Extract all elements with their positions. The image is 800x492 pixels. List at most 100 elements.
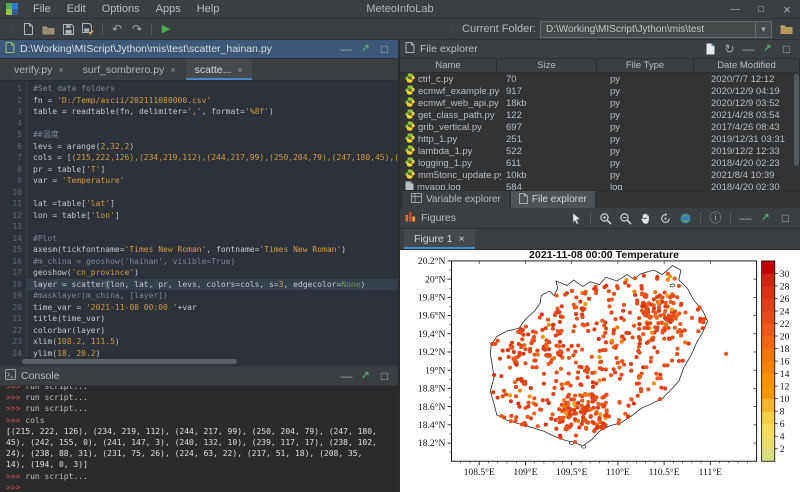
- editor-maximize-button[interactable]: □: [376, 42, 393, 57]
- file-name: ctrl_c.py: [418, 74, 453, 85]
- file-explorer-refresh-button[interactable]: ↻: [721, 42, 738, 57]
- figures-rotate-button[interactable]: [656, 210, 675, 227]
- file-size: 70: [501, 74, 605, 85]
- editor-title-bar: D:\Working\MIScript\Jython\mis\test\scat…: [0, 40, 398, 59]
- file-row-ctrl_c.py[interactable]: ctrl_c.py70py2020/7/7 12:12: [400, 73, 800, 85]
- editor-hscroll-thumb[interactable]: [22, 359, 237, 364]
- editor-tab-verify-py[interactable]: verify.py×: [5, 59, 73, 80]
- browse-folder-button[interactable]: [776, 21, 796, 38]
- file-type: py: [605, 170, 706, 181]
- editor-hscrollbar[interactable]: [0, 358, 398, 365]
- file-table-vscroll-thumb[interactable]: [794, 74, 799, 166]
- column-header-date-modified[interactable]: Date Modified: [694, 59, 800, 72]
- menu-apps[interactable]: Apps: [148, 3, 189, 15]
- figures-select-button[interactable]: [566, 210, 585, 227]
- figures-minimize-button[interactable]: —: [736, 210, 755, 227]
- bottom-tab-variable-explorer[interactable]: Variable explorer: [403, 191, 509, 208]
- toolbar-save-button[interactable]: [58, 21, 78, 38]
- toolbar-redo-button[interactable]: ↷: [127, 21, 147, 38]
- column-header-file-type[interactable]: File Type: [597, 59, 694, 72]
- file-explorer-maximize-button[interactable]: □: [778, 42, 795, 57]
- file-row-http_1.py[interactable]: http_1.py251py2019/12/31 03:31: [400, 133, 800, 145]
- window-maximize-button[interactable]: □: [748, 0, 774, 18]
- window-minimize-button[interactable]: —: [722, 0, 748, 18]
- combo-dropdown-icon[interactable]: ▾: [755, 22, 771, 37]
- tab-close-icon[interactable]: ×: [170, 65, 175, 75]
- figures-zoom-out-button[interactable]: [616, 210, 635, 227]
- bottom-tab-file-explorer[interactable]: File explorer: [511, 191, 595, 208]
- toolbar-separator: [730, 212, 731, 224]
- code-editor[interactable]: 123456789101112131415161718192021222324 …: [0, 81, 398, 358]
- svg-text:24: 24: [780, 307, 790, 317]
- file-row-lambda_1.py[interactable]: lambda_1.py522py2019/12/2 12:33: [400, 146, 800, 158]
- toolbar-open-file-button[interactable]: [38, 21, 58, 38]
- toolbar-run-button[interactable]: ▶: [156, 21, 176, 38]
- folder-bar-grip[interactable]: ⋮: [447, 24, 455, 35]
- file-date: 2019/12/31 03:31: [706, 134, 800, 145]
- code-line-3: table = readtable(fn, delimiter=',', for…: [27, 106, 398, 118]
- menu-edit[interactable]: Edit: [59, 3, 94, 15]
- column-header-name[interactable]: Name: [400, 59, 497, 72]
- console-output[interactable]: >>> run script...>>> run script...>>> ru…: [0, 386, 398, 492]
- console-maximize-button[interactable]: □: [376, 369, 393, 384]
- file-explorer-new-doc-button[interactable]: [702, 42, 719, 57]
- python-file-icon: [405, 97, 415, 110]
- line-number-gutter: 123456789101112131415161718192021222324: [0, 81, 27, 358]
- figure-tab-close-icon[interactable]: ×: [459, 233, 465, 245]
- code-line-2: fn = 'D:/Temp/ascii/202111080000.csv': [27, 95, 398, 107]
- toolbar-save-as-button[interactable]: [78, 21, 98, 38]
- toolbar-new-file-button[interactable]: [18, 21, 38, 38]
- figures-zoom-in-button[interactable]: [596, 210, 615, 227]
- editor-tab-scatte-[interactable]: scatte...×: [186, 59, 252, 80]
- editor-minimize-button[interactable]: —: [338, 42, 355, 57]
- file-type: py: [605, 146, 706, 157]
- code-line-16: #m_china = geoshow('hainan', visible=Tru…: [27, 256, 398, 268]
- figures-float-button[interactable]: ↗: [756, 210, 775, 227]
- window-close-button[interactable]: ×: [774, 0, 800, 18]
- tab-figure-1[interactable]: Figure 1 ×: [404, 229, 475, 249]
- file-type: py: [605, 98, 706, 109]
- file-explorer-minimize-button[interactable]: —: [740, 42, 757, 57]
- code-line-12: lon = table['lon']: [27, 210, 398, 222]
- page-icon: [519, 193, 528, 207]
- current-folder-combobox[interactable]: D:\Working\MIScript\Jython\mis\test ▾: [540, 21, 772, 38]
- menu-help[interactable]: Help: [189, 3, 228, 15]
- figures-maximize-button[interactable]: □: [776, 210, 795, 227]
- figure-canvas[interactable]: 2021-11-08 00:00 Temperature108.5°E109°E…: [400, 250, 800, 492]
- file-name: ecmwf_example.py: [418, 86, 499, 97]
- toolbar-grip[interactable]: ⋮: [7, 24, 15, 35]
- editor-tab-surf-sombrero-py[interactable]: surf_sombrero.py×: [74, 59, 185, 80]
- figures-info-button[interactable]: ⓘ: [706, 210, 725, 227]
- figures-pan-button[interactable]: [636, 210, 655, 227]
- tab-close-icon[interactable]: ×: [237, 65, 242, 75]
- console-line: >>>: [6, 482, 392, 492]
- column-header-size[interactable]: Size: [497, 59, 597, 72]
- console-float-button[interactable]: ↗: [357, 369, 374, 384]
- file-explorer-float-button[interactable]: ↗: [759, 42, 776, 57]
- file-explorer-title-bar: File explorer ↻—↗□: [400, 40, 800, 59]
- menu-options[interactable]: Options: [94, 3, 148, 15]
- svg-text:4: 4: [780, 433, 785, 443]
- file-row-ecmwf_web_api.py[interactable]: ecmwf_web_api.py18kbpy2020/12/9 03:52: [400, 97, 800, 109]
- figures-globe-button[interactable]: [676, 210, 695, 227]
- console-line: [(215, 222, 126), (234, 219, 112), (244,…: [6, 426, 392, 437]
- toolbar-separator: [700, 212, 701, 224]
- menu-file[interactable]: File: [25, 3, 59, 15]
- code-line-24: ylim(18, 20.2): [27, 348, 398, 359]
- file-row-get_class_path.py[interactable]: get_class_path.py122py2021/4/28 03:54: [400, 109, 800, 121]
- file-table-vscrollbar[interactable]: [793, 72, 800, 190]
- file-size: 697: [501, 122, 605, 133]
- bottom-tab-label: Variable explorer: [426, 194, 501, 205]
- svg-text:110.5°E: 110.5°E: [649, 467, 680, 478]
- file-size: 611: [501, 158, 605, 169]
- console-minimize-button[interactable]: —: [338, 369, 355, 384]
- file-row-logging_1.py[interactable]: logging_1.py611py2018/4/20 02:23: [400, 158, 800, 170]
- editor-float-button[interactable]: ↗: [357, 42, 374, 57]
- file-row-ecmwf_example.py[interactable]: ecmwf_example.py917py2020/12/9 04:19: [400, 85, 800, 97]
- toolbar-undo-button[interactable]: ↶: [107, 21, 127, 38]
- code-text[interactable]: #Set data foldersfn = 'D:/Temp/ascii/202…: [27, 81, 398, 358]
- file-row-myapp.log[interactable]: myapp.log584log2018/4/20 02:30: [400, 182, 800, 190]
- log-file-icon: [405, 181, 414, 190]
- tab-close-icon[interactable]: ×: [58, 65, 63, 75]
- file-row-grib_vertical.py[interactable]: grib_vertical.py697py2017/4/26 08:43: [400, 121, 800, 133]
